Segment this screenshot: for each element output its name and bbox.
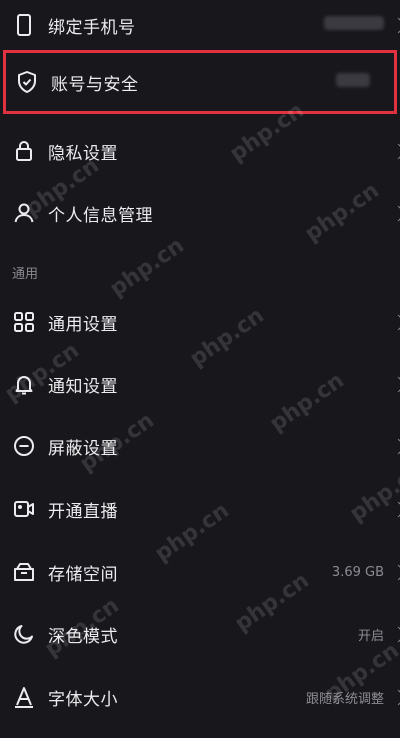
settings-item-live[interactable]: 开通直播 xyxy=(0,478,400,540)
settings-item-general[interactable]: 通用设置 xyxy=(0,291,400,353)
moon-icon xyxy=(12,622,36,646)
settings-item-personal-info[interactable]: 个人信息管理 xyxy=(0,182,400,244)
shield-icon xyxy=(15,70,39,94)
settings-item-font-size[interactable]: 字体大小 跟随系统调整 xyxy=(0,666,400,728)
settings-item-privacy[interactable]: 隐私设置 xyxy=(0,120,400,182)
settings-item-storage[interactable]: 存储空间 3.69 GB xyxy=(0,541,400,603)
chevron-right-icon xyxy=(390,17,400,33)
storage-value: 3.69 GB xyxy=(331,564,384,580)
settings-item-label: 账号与安全 xyxy=(51,74,139,95)
settings-item-label: 深色模式 xyxy=(48,626,118,647)
dark-mode-value: 开启 xyxy=(357,628,384,644)
chevron-right-icon xyxy=(390,626,400,642)
bell-icon xyxy=(12,372,36,396)
settings-item-bind-phone[interactable]: 绑定手机号 xyxy=(0,0,400,56)
phone-icon xyxy=(12,13,36,37)
settings-item-label: 通知设置 xyxy=(48,376,118,397)
live-camera-icon xyxy=(12,497,36,521)
chevron-right-icon xyxy=(390,501,400,517)
settings-item-label: 开通直播 xyxy=(48,501,118,522)
settings-item-label: 隐私设置 xyxy=(48,143,118,164)
chevron-right-icon xyxy=(390,438,400,454)
font-size-icon xyxy=(12,685,36,709)
person-icon xyxy=(12,201,36,225)
grid-icon xyxy=(12,310,36,334)
chevron-right-icon xyxy=(390,143,400,159)
settings-item-account-security[interactable]: 账号与安全 xyxy=(3,50,397,114)
settings-item-label: 通用设置 xyxy=(48,314,118,335)
storage-icon xyxy=(12,560,36,584)
chevron-right-icon xyxy=(390,689,400,705)
chevron-right-icon xyxy=(390,376,400,392)
settings-item-label: 个人信息管理 xyxy=(48,205,153,226)
settings-item-label: 屏蔽设置 xyxy=(48,438,118,459)
settings-item-label: 字体大小 xyxy=(48,689,118,710)
chevron-right-icon xyxy=(390,205,400,221)
chevron-right-icon xyxy=(390,314,400,330)
font-size-value: 跟随系统调整 xyxy=(305,691,384,707)
settings-item-label: 存储空间 xyxy=(48,564,118,585)
section-header-general: 通用 xyxy=(12,267,39,282)
chevron-right-icon xyxy=(390,564,400,580)
settings-item-notifications[interactable]: 通知设置 xyxy=(0,353,400,415)
account-value-blurred xyxy=(336,73,370,91)
lock-icon xyxy=(12,139,36,163)
block-icon xyxy=(12,434,36,458)
settings-item-dark-mode[interactable]: 深色模式 开启 xyxy=(0,603,400,665)
phone-number-value-blurred xyxy=(324,16,384,34)
settings-item-block[interactable]: 屏蔽设置 xyxy=(0,415,400,477)
settings-item-label: 绑定手机号 xyxy=(48,17,136,38)
